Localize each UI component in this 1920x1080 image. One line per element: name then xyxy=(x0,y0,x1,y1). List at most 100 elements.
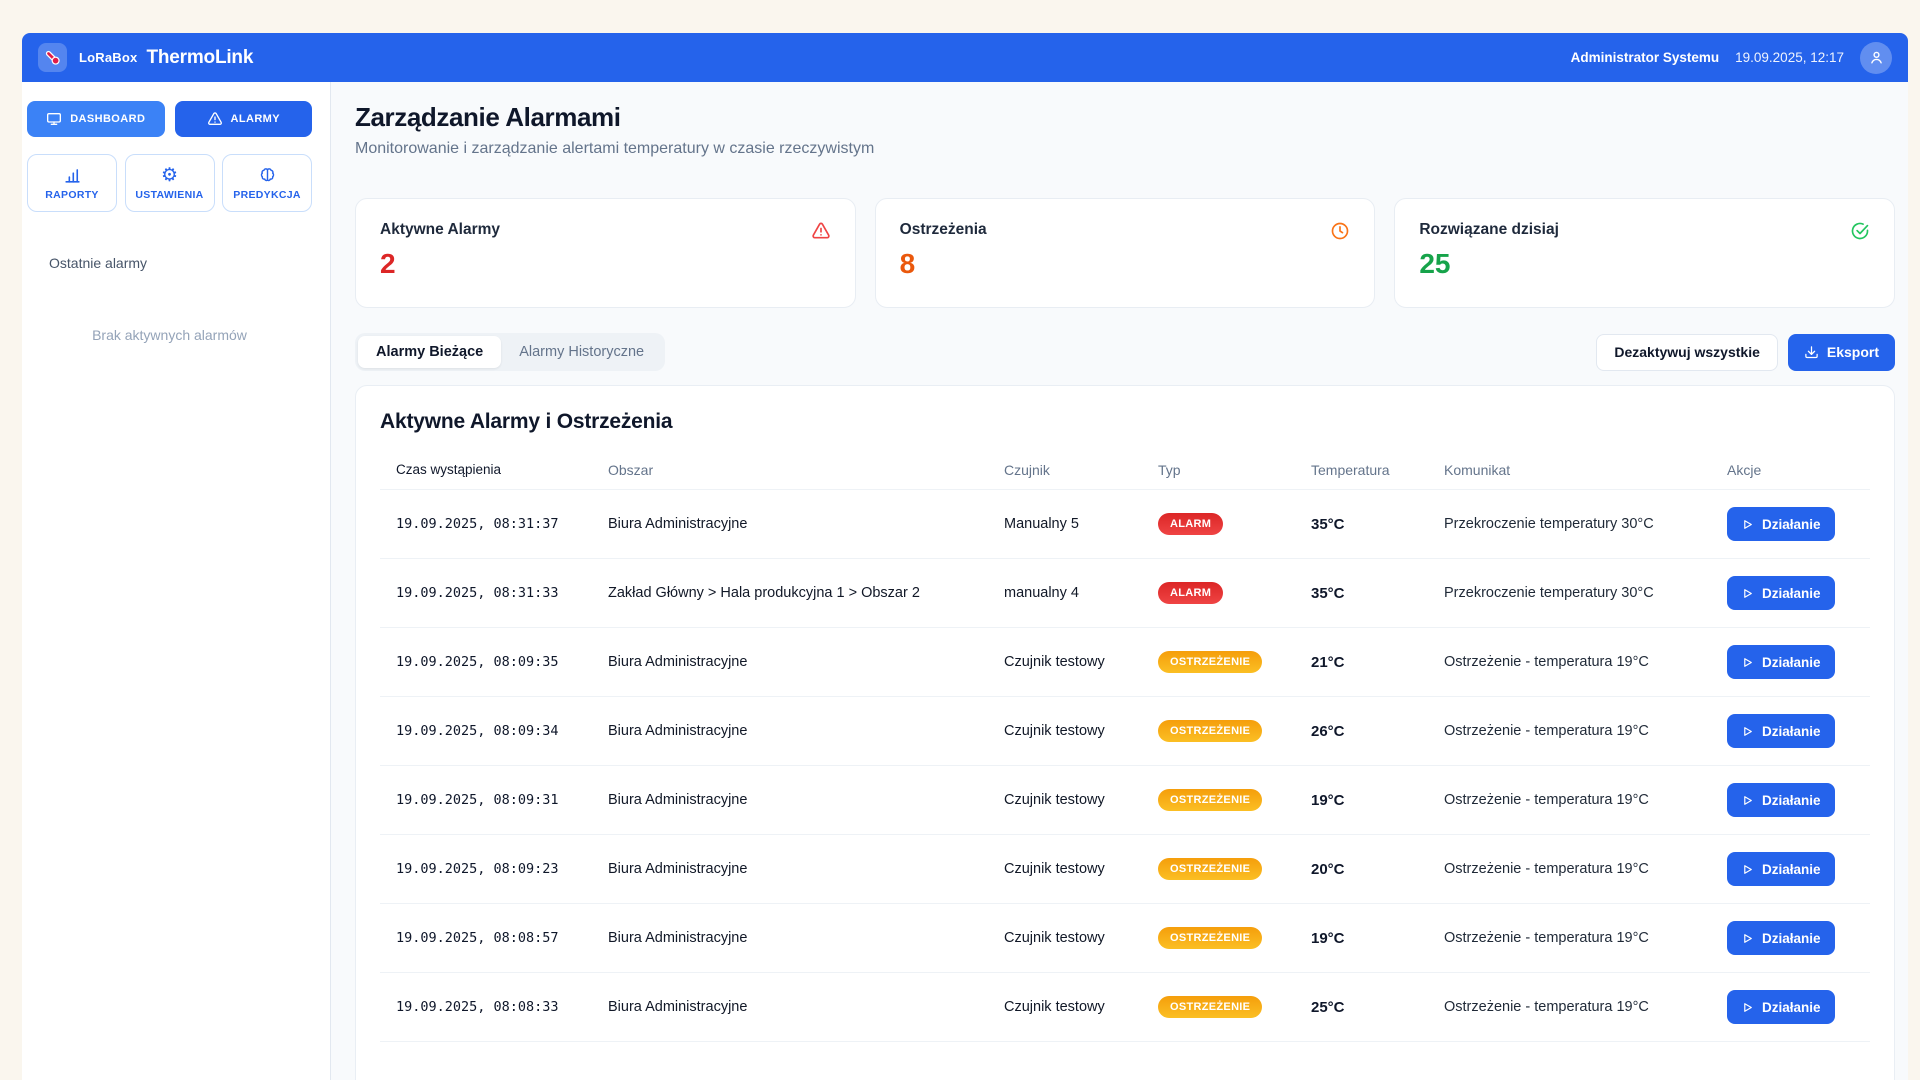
brand-lorabox: LoRaBox xyxy=(79,50,137,65)
alarm-type: ALARM xyxy=(1158,582,1311,604)
column-header-temperature: Temperatura xyxy=(1311,462,1444,478)
alarm-area: Biura Administracyjne xyxy=(608,516,1004,532)
alert-triangle-icon xyxy=(207,111,223,127)
alarm-sensor: Czujnik testowy xyxy=(1004,930,1158,946)
alarm-area: Biura Administracyjne xyxy=(608,723,1004,739)
alarm-area: Biura Administracyjne xyxy=(608,861,1004,877)
column-header-actions: Akcje xyxy=(1727,462,1870,478)
table-body: 19.09.2025, 08:31:37 Biura Administracyj… xyxy=(380,490,1870,1042)
stat-label: Aktywne Alarmy xyxy=(380,221,831,239)
alarm-type-badge: OSTRZEŻENIE xyxy=(1158,927,1262,949)
alarm-type: OSTRZEŻENIE xyxy=(1158,720,1311,742)
alarm-type-badge: ALARM xyxy=(1158,513,1223,535)
stat-value: 2 xyxy=(380,248,831,280)
sidebar-item-label: ALARMY xyxy=(231,113,280,125)
alarm-type-badge: OSTRZEŻENIE xyxy=(1158,720,1262,742)
alarm-time: 19.09.2025, 08:08:33 xyxy=(380,999,608,1015)
user-avatar[interactable] xyxy=(1860,42,1892,74)
alarm-message: Ostrzeżenie - temperatura 19°C xyxy=(1444,654,1727,670)
action-button[interactable]: Działanie xyxy=(1727,645,1835,679)
alarm-time: 19.09.2025, 08:08:57 xyxy=(380,930,608,946)
alarm-area: Biura Administracyjne xyxy=(608,654,1004,670)
sidebar-item-ustawienia[interactable]: ⚙ USTAWIENIA xyxy=(125,154,215,212)
deactivate-all-button[interactable]: Dezaktywuj wszystkie xyxy=(1596,334,1778,371)
alarm-temperature: 20°C xyxy=(1311,861,1444,878)
action-button[interactable]: Działanie xyxy=(1727,576,1835,610)
page-title: Zarządzanie Alarmami xyxy=(355,102,1895,133)
play-icon xyxy=(1741,587,1754,600)
alarm-tabs: Alarmy Bieżące Alarmy Historyczne xyxy=(355,333,665,371)
export-button-label: Eksport xyxy=(1827,344,1879,360)
recent-alarms-title: Ostatnie alarmy xyxy=(49,255,312,271)
alarm-type-badge: ALARM xyxy=(1158,582,1223,604)
action-button-label: Działanie xyxy=(1762,724,1821,739)
sidebar: DASHBOARD ALARMY xyxy=(22,82,331,1080)
sidebar-item-label: PREDYKCJA xyxy=(233,189,300,201)
table-title: Aktywne Alarmy i Ostrzeżenia xyxy=(380,410,1870,434)
sidebar-item-raporty[interactable]: RAPORTY xyxy=(27,154,117,212)
alarm-temperature: 35°C xyxy=(1311,516,1444,533)
sidebar-item-label: USTAWIENIA xyxy=(135,189,203,201)
brand-thermolink: ThermoLink xyxy=(146,47,253,69)
alarm-sensor: Czujnik testowy xyxy=(1004,861,1158,877)
alarm-sensor: Czujnik testowy xyxy=(1004,723,1158,739)
sidebar-item-label: DASHBOARD xyxy=(70,113,145,125)
alarm-temperature: 26°C xyxy=(1311,723,1444,740)
action-button-label: Działanie xyxy=(1762,517,1821,532)
alarm-message: Ostrzeżenie - temperatura 19°C xyxy=(1444,999,1727,1015)
play-icon xyxy=(1741,725,1754,738)
action-button[interactable]: Działanie xyxy=(1727,990,1835,1024)
column-header-sensor: Czujnik xyxy=(1004,462,1158,478)
alarm-area: Biura Administracyjne xyxy=(608,999,1004,1015)
sidebar-item-label: RAPORTY xyxy=(45,189,98,201)
action-button[interactable]: Działanie xyxy=(1727,507,1835,541)
alarm-type: OSTRZEŻENIE xyxy=(1158,996,1311,1018)
action-button[interactable]: Działanie xyxy=(1727,852,1835,886)
user-name: Administrator Systemu xyxy=(1571,50,1720,65)
sidebar-item-alarmy[interactable]: ALARMY xyxy=(175,101,313,137)
table-header: Czas wystąpienia Obszar Czujnik Typ Temp… xyxy=(380,450,1870,490)
alarm-type: OSTRZEŻENIE xyxy=(1158,789,1311,811)
brain-icon xyxy=(258,166,277,185)
app-window: LoRaBox ThermoLink Administrator Systemu… xyxy=(22,33,1908,1080)
page-subtitle: Monitorowanie i zarządzanie alertami tem… xyxy=(355,140,1895,158)
alarm-time: 19.09.2025, 08:31:37 xyxy=(380,516,608,532)
export-button[interactable]: Eksport xyxy=(1788,334,1895,371)
play-icon xyxy=(1741,932,1754,945)
bar-chart-icon xyxy=(63,166,82,185)
alarm-message: Ostrzeżenie - temperatura 19°C xyxy=(1444,723,1727,739)
alarm-sensor: Czujnik testowy xyxy=(1004,999,1158,1015)
alarm-type: OSTRZEŻENIE xyxy=(1158,858,1311,880)
stat-card-active-alarms: Aktywne Alarmy 2 xyxy=(355,198,856,308)
play-icon xyxy=(1741,1001,1754,1014)
alarm-type: ALARM xyxy=(1158,513,1311,535)
alarms-table-card: Aktywne Alarmy i Ostrzeżenia Czas wystąp… xyxy=(355,385,1895,1080)
stat-card-resolved: Rozwiązane dzisiaj 25 xyxy=(1394,198,1895,308)
alarm-time: 19.09.2025, 08:09:34 xyxy=(380,723,608,739)
alarm-temperature: 25°C xyxy=(1311,999,1444,1016)
sidebar-item-dashboard[interactable]: DASHBOARD xyxy=(27,101,165,137)
action-button-label: Działanie xyxy=(1762,1000,1821,1015)
column-header-time: Czas wystąpienia xyxy=(380,462,608,477)
tab-alarmy-biezace[interactable]: Alarmy Bieżące xyxy=(358,336,501,368)
action-button[interactable]: Działanie xyxy=(1727,783,1835,817)
alarm-sensor: Manualny 5 xyxy=(1004,516,1158,532)
play-icon xyxy=(1741,794,1754,807)
alarm-type-badge: OSTRZEŻENIE xyxy=(1158,996,1262,1018)
stat-label: Rozwiązane dzisiaj xyxy=(1419,221,1870,239)
action-button[interactable]: Działanie xyxy=(1727,714,1835,748)
person-icon xyxy=(1868,49,1885,66)
tab-alarmy-historyczne[interactable]: Alarmy Historyczne xyxy=(501,336,662,368)
stat-card-warnings: Ostrzeżenia 8 xyxy=(875,198,1376,308)
main-content: Zarządzanie Alarmami Monitorowanie i zar… xyxy=(331,82,1908,1080)
action-button-label: Działanie xyxy=(1762,793,1821,808)
sidebar-item-predykcja[interactable]: PREDYKCJA xyxy=(222,154,312,212)
action-button-label: Działanie xyxy=(1762,862,1821,877)
action-button[interactable]: Działanie xyxy=(1727,921,1835,955)
column-header-type: Typ xyxy=(1158,462,1311,478)
alarm-area: Zakład Główny > Hala produkcyjna 1 > Obs… xyxy=(608,585,1004,601)
alarm-message: Ostrzeżenie - temperatura 19°C xyxy=(1444,930,1727,946)
alarm-type: OSTRZEŻENIE xyxy=(1158,927,1311,949)
table-row: 19.09.2025, 08:31:33 Zakład Główny > Hal… xyxy=(380,559,1870,628)
table-row: 19.09.2025, 08:31:37 Biura Administracyj… xyxy=(380,490,1870,559)
